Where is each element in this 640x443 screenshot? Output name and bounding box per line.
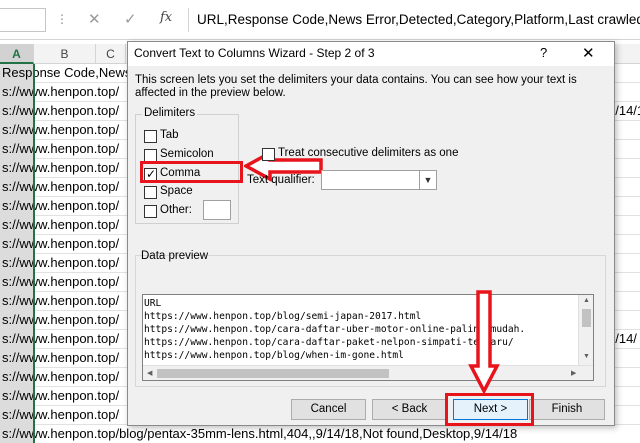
insert-function-icon[interactable]: fx [160,10,172,25]
row-text: s://www.henpon.top/ [2,198,120,213]
row-text: s://www.henpon.top/ [2,407,120,422]
vertical-scrollbar[interactable]: ▲ ▼ [578,295,593,365]
preview-row: URL [144,298,162,309]
row-text: s://www.henpon.top/ [2,122,120,137]
row-text: s://www.henpon.top/ [2,350,120,365]
delimiters-group: Delimiters Tab Semicolon ✓ Comma Space O… [135,107,243,224]
finish-button[interactable]: Finish [529,399,605,420]
data-preview[interactable]: URL https://www.henpon.top/blog/semi-jap… [142,294,594,381]
column-header-a[interactable]: A [0,44,34,64]
dialog-description: This screen lets you set the delimiters … [135,74,577,99]
row-text: s://www.henpon.top/ [2,141,120,156]
row-text: s://www.henpon.top/ [2,217,120,232]
back-button[interactable]: < Back [372,399,447,420]
row-text: s://www.henpon.top/ [2,103,120,118]
other-checkbox[interactable] [144,205,157,218]
row-text: s://www.henpon.top/ [2,236,120,251]
highlight-box-comma [140,161,243,183]
x-icon[interactable]: ✕ [88,10,101,28]
row-text: Response Code,News [2,65,132,80]
text-qualifier-select[interactable]: ▼ [321,170,437,190]
selection-border [33,64,35,443]
name-box[interactable] [0,8,46,32]
table-row[interactable]: s://www.henpon.top/blog/pentax-35mm-lens… [0,425,640,443]
scroll-left-icon[interactable]: ◀ [147,369,152,377]
chevron-down-icon[interactable]: ▼ [419,171,436,189]
row-text: s://www.henpon.top/ [2,179,120,194]
scroll-down-icon[interactable]: ▼ [583,353,590,360]
dialog-title: Convert Text to Columns Wizard - Step 2 … [134,46,375,60]
other-delimiter-input[interactable] [203,200,231,220]
treat-consecutive-checkbox[interactable] [262,148,275,161]
red-arrow-down-icon [468,290,500,394]
text-qualifier-label: Text qualifier: [247,174,315,186]
row-text: s://www.henpon.top/ [2,369,120,384]
row-text: s://www.henpon.top/ [2,312,120,327]
preview-row: https://www.henpon.top/cara-daftar-paket… [144,337,514,348]
formula-input[interactable]: URL,Response Code,News Error,Detected,Ca… [188,8,640,32]
preview-title: Data preview [141,250,209,262]
preview-row: https://www.henpon.top/blog/when-im-gone… [144,350,404,361]
row-text: s://www.henpon.top/ [2,293,120,308]
row-text: s://www.henpon.top/ [2,255,120,270]
check-icon[interactable]: ✓ [124,10,137,28]
help-icon[interactable]: ? [540,45,547,60]
treat-consecutive-label[interactable]: Treat consecutive delimiters as one [278,147,458,159]
row-text: s://www.henpon.top/ [2,160,120,175]
scroll-right-icon[interactable]: ▶ [571,369,576,377]
cancel-button[interactable]: Cancel [291,399,366,420]
tab-checkbox[interactable] [144,130,157,143]
preview-row: https://www.henpon.top/blog/semi-japan-2… [144,311,422,322]
dialog-titlebar[interactable]: Convert Text to Columns Wizard - Step 2 … [128,42,614,66]
column-header-c[interactable]: C [96,44,126,64]
space-label[interactable]: Space [160,185,193,197]
semicolon-label[interactable]: Semicolon [160,148,214,160]
space-checkbox[interactable] [144,186,157,199]
row-text: s://www.henpon.top/ [2,388,120,403]
more-options-icon[interactable]: ⋮ [56,12,68,26]
column-header-b[interactable]: B [34,44,96,64]
delimiters-title: Delimiters [142,107,198,119]
vertical-scroll-thumb[interactable] [582,309,591,327]
row-text: s://www.henpon.top/blog/pentax-35mm-lens… [2,426,518,441]
scroll-up-icon[interactable]: ▲ [583,297,590,304]
tab-label[interactable]: Tab [160,129,179,141]
close-icon[interactable]: ✕ [582,44,595,62]
text-to-columns-dialog: Convert Text to Columns Wizard - Step 2 … [127,41,615,426]
highlight-box-next [445,393,534,426]
row-text: s://www.henpon.top/ [2,274,120,289]
horizontal-scrollbar[interactable]: ◀ ▶ [143,365,593,380]
horizontal-scroll-thumb[interactable] [157,369,389,378]
row-text: s://www.henpon.top/ [2,84,120,99]
other-label[interactable]: Other: [160,204,192,216]
row-text: s://www.henpon.top/ [2,331,120,346]
formula-bar: ⋮ ✕ ✓ fx URL,Response Code,News Error,De… [0,0,640,40]
